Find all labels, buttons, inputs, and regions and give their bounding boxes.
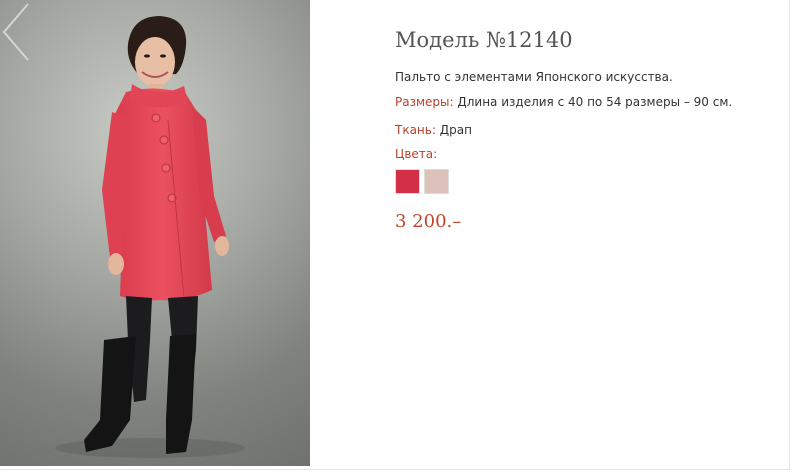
model-illustration: [55, 16, 245, 458]
product-photo: [0, 0, 310, 466]
fabric-row: Ткань: Драп: [395, 123, 472, 137]
product-title: Модель №12140: [395, 28, 573, 52]
swatch-red[interactable]: [395, 169, 420, 194]
sizes-row: Размеры: Длина изделия с 40 по 54 размер…: [395, 95, 732, 109]
product-price: 3 200.–: [395, 211, 462, 232]
sizes-value: Длина изделия с 40 по 54 размеры – 90 см…: [453, 95, 733, 109]
fabric-value: Драп: [435, 123, 472, 137]
colors-label: Цвета:: [395, 147, 438, 161]
color-swatches: [395, 169, 449, 194]
product-description: Пальто с элементами Японского искусства.: [395, 70, 673, 84]
page-frame: Модель №12140 Пальто с элементами Японск…: [0, 0, 790, 470]
product-info: Модель №12140 Пальто с элементами Японск…: [395, 0, 785, 466]
chevron-left-icon[interactable]: [0, 0, 34, 64]
swatch-beige[interactable]: [424, 169, 449, 194]
sizes-label: Размеры:: [395, 95, 454, 109]
fabric-label: Ткань:: [395, 123, 436, 137]
